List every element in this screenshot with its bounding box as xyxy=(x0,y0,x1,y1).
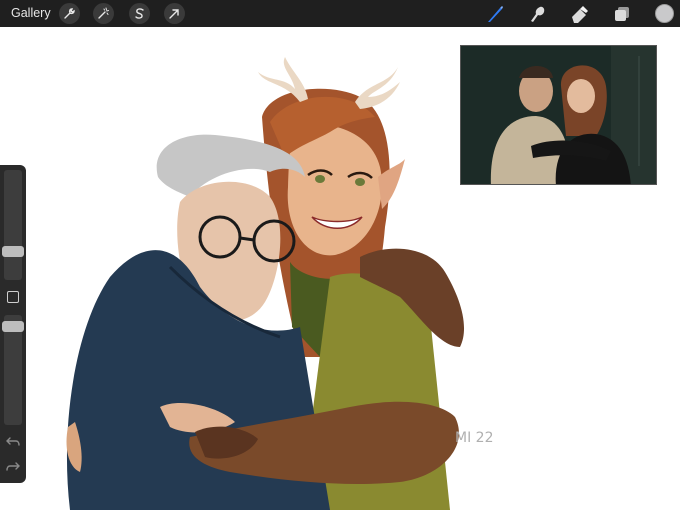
artist-signature: MI 22 xyxy=(455,430,493,446)
redo-icon[interactable] xyxy=(6,460,20,472)
brush-tool-button[interactable] xyxy=(485,4,505,24)
transform-arrow-icon xyxy=(169,9,179,19)
reference-photo xyxy=(461,46,656,184)
smudge-icon xyxy=(531,6,545,22)
selection-icon xyxy=(135,8,144,19)
undo-icon[interactable] xyxy=(6,435,20,447)
brush-icon xyxy=(488,6,503,22)
eraser-tool-button[interactable] xyxy=(569,4,589,24)
gallery-button[interactable]: Gallery xyxy=(11,6,51,20)
brush-size-thumb[interactable] xyxy=(2,246,24,257)
left-sidebar xyxy=(0,165,26,483)
eraser-icon xyxy=(572,6,588,23)
top-toolbar: Gallery xyxy=(0,0,680,27)
transform-button[interactable] xyxy=(164,3,185,24)
opacity-thumb[interactable] xyxy=(2,321,24,332)
brush-size-slider[interactable] xyxy=(2,170,24,280)
modify-square-icon[interactable] xyxy=(7,291,19,303)
wrench-icon xyxy=(64,8,75,19)
actions-button[interactable] xyxy=(59,3,80,24)
opacity-slider[interactable] xyxy=(2,315,24,425)
reference-photo-window[interactable] xyxy=(460,45,657,185)
layers-button[interactable] xyxy=(612,4,632,24)
magic-wand-icon xyxy=(98,7,109,19)
color-picker-button[interactable] xyxy=(655,4,674,23)
adjustments-button[interactable] xyxy=(93,3,114,24)
drawing-canvas[interactable]: MI 22 xyxy=(0,27,680,510)
smudge-tool-button[interactable] xyxy=(527,4,547,24)
layers-icon xyxy=(615,7,629,21)
selection-button[interactable] xyxy=(129,3,150,24)
